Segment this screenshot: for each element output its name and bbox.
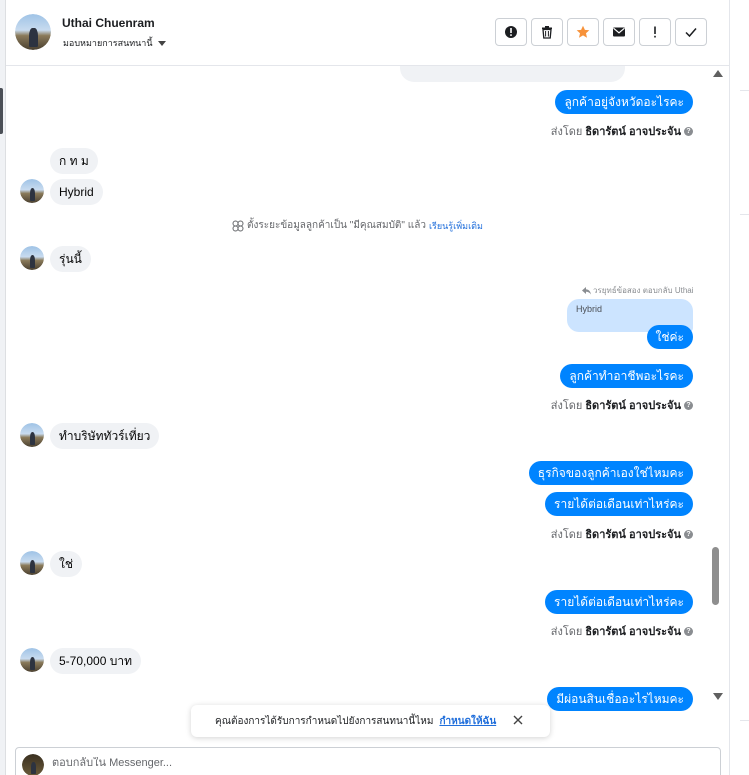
outgoing-message[interactable]: ธุรกิจของลูกค้าเองใช่ไหมคะ (528, 461, 693, 485)
outgoing-message[interactable]: รายได้ต่อเดือนเท่าไหร่คะ (545, 492, 693, 516)
sent-by-prefix: ส่งโดย (550, 400, 583, 412)
assign-to-me-link[interactable]: กำหนดให้ฉัน (439, 714, 496, 729)
system-notice: ตั้งระยะข้อมูลลูกค้าเป็น "มีคุณสมบัติ" แ… (232, 218, 483, 233)
contact-avatar-small (20, 246, 44, 270)
thread-scrollbar[interactable] (711, 66, 729, 706)
mark-done-button[interactable] (675, 18, 707, 46)
help-icon[interactable]: ? (684, 626, 693, 636)
incoming-message[interactable]: Hybrid (50, 179, 103, 205)
help-icon[interactable]: ? (684, 126, 693, 136)
conversation-toolbar (495, 18, 707, 46)
inbox-window: Uthai Chuenram มอบหมายการสนทนานี้ ลูกค้า… (0, 0, 749, 775)
conversation-header: Uthai Chuenram มอบหมายการสนทนานี้ (6, 0, 729, 66)
star-button[interactable] (567, 18, 599, 46)
star-icon (576, 25, 590, 38)
scroll-down-arrow-icon[interactable] (713, 693, 723, 700)
mark-unread-button[interactable] (603, 18, 635, 46)
mark-spam-button[interactable] (495, 18, 527, 46)
assign-prompt-toast: คุณต้องการได้รับการกำหนดไปยังการสนทนานี้… (191, 705, 550, 737)
right-panel-divider (740, 214, 749, 215)
help-icon[interactable]: ? (684, 400, 693, 410)
incoming-message[interactable]: ก ท ม (50, 148, 98, 174)
message-thread[interactable]: ลูกค้าอยู่จังหวัดอะไรคะ ส่งโดย ธิดารัตน์ … (6, 66, 729, 736)
envelope-icon (613, 27, 625, 37)
exclamation-icon (654, 26, 656, 38)
reply-arrow-icon (582, 286, 591, 294)
sent-by-label: ส่งโดย ธิดารัตน์ อาจประจัน? (551, 525, 693, 543)
contact-avatar-small (20, 551, 44, 575)
previous-message-bubble (400, 66, 625, 82)
right-panel-edge (729, 0, 749, 775)
incoming-message[interactable]: ทำบริษัททัวร์เที่ยว (50, 423, 160, 449)
check-icon (685, 28, 697, 38)
contact-avatar[interactable] (15, 14, 51, 50)
sent-by-label: ส่งโดย ธิดารัตน์ อาจประจัน? (551, 622, 693, 640)
contact-avatar-small (20, 179, 44, 203)
system-notice-text: ตั้งระยะข้อมูลลูกค้าเป็น "มีคุณสมบัติ" แ… (247, 220, 426, 231)
outgoing-message[interactable]: ลูกค้าทำอาชีพอะไรคะ (560, 364, 693, 388)
incoming-message[interactable]: 5-70,000 บาท (50, 648, 141, 674)
sender-name: ธิดารัตน์ อาจประจัน (585, 400, 681, 412)
sender-name: ธิดารัตน์ อาจประจัน (585, 529, 681, 541)
contact-avatar-small (20, 648, 44, 672)
outgoing-message[interactable]: ใช่ค่ะ (646, 325, 693, 349)
page-avatar (22, 754, 44, 775)
assign-label: มอบหมายการสนทนานี้ (63, 38, 153, 48)
sent-by-prefix: ส่งโดย (550, 529, 583, 541)
reply-header-text: วรยุทธ์ข้อสอง ตอบกลับ Uthai (593, 286, 694, 295)
tag-icon (232, 220, 244, 231)
alert-circle-icon (505, 26, 517, 38)
scroll-up-arrow-icon[interactable] (713, 70, 723, 77)
scrollbar-thumb[interactable] (712, 547, 719, 605)
right-panel-divider (740, 720, 749, 721)
contact-avatar-small (20, 423, 44, 447)
sent-by-prefix: ส่งโดย (550, 626, 583, 638)
outgoing-message[interactable]: รายได้ต่อเดือนเท่าไหร่คะ (545, 590, 693, 614)
reply-composer (15, 747, 721, 775)
follow-up-button[interactable] (639, 18, 671, 46)
sent-by-label: ส่งโดย ธิดารัตน์ อาจประจัน? (551, 122, 693, 140)
learn-more-link[interactable]: เรียนรู้เพิ่มเติม (429, 219, 483, 233)
incoming-message[interactable]: ใช่ (50, 551, 83, 577)
reply-header: วรยุทธ์ข้อสอง ตอบกลับ Uthai (582, 284, 694, 297)
contact-name[interactable]: Uthai Chuenram (62, 16, 155, 30)
right-panel-divider (740, 90, 749, 91)
outgoing-message[interactable]: มีผ่อนสินเชื่ออะไรไหมคะ (547, 687, 693, 711)
sender-name: ธิดารัตน์ อาจประจัน (585, 626, 681, 638)
sent-by-label: ส่งโดย ธิดารัตน์ อาจประจัน? (551, 396, 693, 414)
delete-button[interactable] (531, 18, 563, 46)
close-icon[interactable] (512, 714, 524, 726)
sent-by-prefix: ส่งโดย (550, 126, 583, 138)
incoming-message[interactable]: รุ่นนี้ (50, 246, 91, 272)
left-panel-tab[interactable] (0, 88, 3, 134)
assign-prompt-text: คุณต้องการได้รับการกำหนดไปยังการสนทนานี้… (215, 715, 434, 727)
trash-icon (542, 26, 552, 39)
outgoing-message[interactable]: ลูกค้าอยู่จังหวัดอะไรคะ (555, 90, 693, 114)
sender-name: ธิดารัตน์ อาจประจัน (585, 126, 681, 138)
caret-down-icon (157, 40, 166, 46)
reply-input[interactable] (52, 757, 652, 769)
help-icon[interactable]: ? (684, 529, 693, 539)
assign-dropdown[interactable]: มอบหมายการสนทนานี้ (63, 36, 166, 50)
